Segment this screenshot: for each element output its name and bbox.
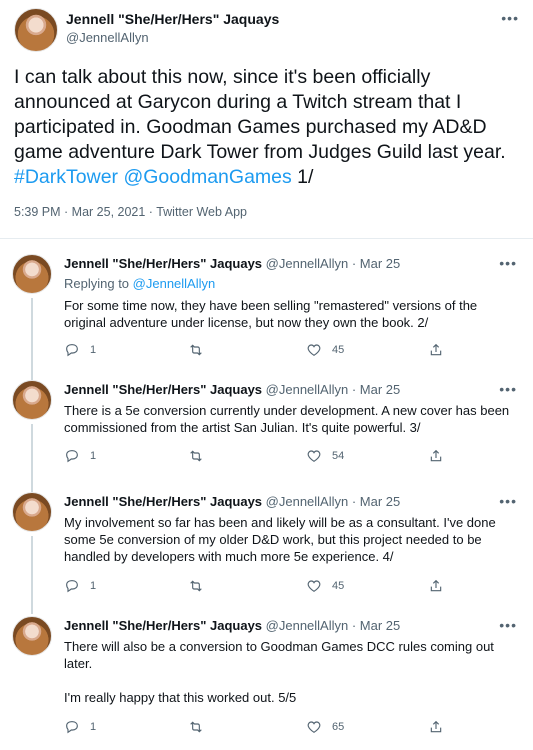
retweet-icon: [190, 580, 202, 592]
reply-button[interactable]: 1: [64, 448, 96, 464]
thread-connector: [31, 536, 33, 614]
more-dots-icon[interactable]: •••: [499, 382, 517, 396]
hashtag-link[interactable]: #DarkTower: [14, 166, 118, 188]
share-icon: [430, 449, 442, 462]
reply-text: There will also be a conversion to Goodm…: [64, 639, 494, 705]
reply-count: 1: [90, 721, 97, 733]
more-dots-icon[interactable]: •••: [501, 11, 519, 25]
share-button[interactable]: [428, 342, 444, 358]
tweet-timestamp[interactable]: 5:39 PM · Mar 25, 2021 · Twitter Web App: [14, 205, 247, 219]
reply-tweet[interactable]: Jennell "She/Her/Hers" Jaquays @JennellA…: [0, 492, 533, 614]
reply-header: Jennell "She/Her/Hers" Jaquays @JennellA…: [64, 618, 400, 633]
like-button[interactable]: 45: [306, 578, 344, 594]
reply-icon: [66, 450, 78, 463]
reply-text: For some time now, they have been sellin…: [64, 298, 478, 330]
reply-text: There is a 5e conversion currently under…: [64, 403, 510, 435]
like-button[interactable]: 54: [306, 448, 344, 464]
action-bar: 1 45: [64, 342, 454, 360]
share-button[interactable]: [428, 719, 444, 735]
retweet-icon: [190, 344, 202, 356]
retweet-button[interactable]: [188, 448, 214, 464]
author-handle[interactable]: @JennellAllyn: [66, 30, 149, 45]
like-count: 45: [332, 344, 345, 356]
thread-connector: [31, 298, 33, 380]
thread-connector: [31, 424, 33, 492]
mention-link[interactable]: @GoodmanGames: [123, 166, 291, 188]
reply-tweet[interactable]: Jennell "She/Her/Hers" Jaquays @JennellA…: [0, 254, 533, 380]
retweet-icon: [190, 450, 202, 462]
share-icon: [430, 579, 442, 592]
author-avatar[interactable]: [14, 8, 58, 52]
like-count: 54: [332, 450, 345, 462]
author-avatar[interactable]: [12, 380, 52, 420]
more-dots-icon[interactable]: •••: [499, 618, 517, 632]
retweet-icon: [190, 721, 202, 733]
reply-icon: [66, 344, 78, 357]
reply-date[interactable]: Mar 25: [360, 618, 400, 633]
replying-to-handle[interactable]: @JennellAllyn: [133, 276, 216, 291]
tweet-text-body: I can talk about this now, since it's be…: [14, 66, 506, 163]
author-handle[interactable]: @JennellAllyn: [266, 382, 349, 397]
author-handle[interactable]: @JennellAllyn: [266, 494, 349, 509]
heart-icon: [307, 344, 321, 357]
author-name[interactable]: Jennell "She/Her/Hers" Jaquays: [64, 494, 262, 509]
author-name[interactable]: Jennell "She/Her/Hers" Jaquays: [64, 382, 262, 397]
more-dots-icon[interactable]: •••: [499, 256, 517, 270]
more-dots-icon[interactable]: •••: [499, 494, 517, 508]
reply-count: 1: [90, 580, 97, 592]
replying-to-label: Replying to: [64, 276, 133, 291]
reply-icon: [66, 580, 78, 593]
divider: [0, 238, 533, 239]
reply-button[interactable]: 1: [64, 578, 96, 594]
reply-tweet[interactable]: Jennell "She/Her/Hers" Jaquays @JennellA…: [0, 616, 533, 750]
reply-text: My involvement so far has been and likel…: [64, 515, 496, 564]
like-button[interactable]: 65: [306, 719, 344, 735]
retweet-button[interactable]: [188, 342, 214, 358]
separator-dot: ·: [348, 382, 360, 397]
separator-dot: ·: [348, 618, 360, 633]
separator-dot: ·: [348, 256, 360, 271]
reply-header: Jennell "She/Her/Hers" Jaquays @JennellA…: [64, 494, 400, 509]
reply-date[interactable]: Mar 25: [360, 256, 400, 271]
reply-date[interactable]: Mar 25: [360, 494, 400, 509]
action-bar: 1 45: [64, 578, 454, 596]
author-avatar[interactable]: [12, 492, 52, 532]
share-icon: [430, 343, 442, 356]
author-handle[interactable]: @JennellAllyn: [266, 618, 349, 633]
reply-header: Jennell "She/Her/Hers" Jaquays @JennellA…: [64, 256, 400, 271]
tweet-text-suffix: 1/: [291, 166, 314, 188]
heart-icon: [307, 721, 321, 734]
reply-button[interactable]: 1: [64, 719, 96, 735]
heart-icon: [307, 450, 321, 463]
author-handle[interactable]: @JennellAllyn: [266, 256, 349, 271]
replying-to: Replying to @JennellAllyn: [64, 276, 215, 291]
reply-count: 1: [90, 344, 97, 356]
author-name[interactable]: Jennell "She/Her/Hers" Jaquays: [66, 11, 279, 27]
share-button[interactable]: [428, 448, 444, 464]
separator-dot: ·: [348, 494, 360, 509]
share-icon: [430, 720, 442, 733]
author-name[interactable]: Jennell "She/Her/Hers" Jaquays: [64, 618, 262, 633]
action-bar: 1 54: [64, 448, 454, 466]
retweet-button[interactable]: [188, 719, 214, 735]
heart-icon: [307, 580, 321, 593]
author-avatar[interactable]: [12, 616, 52, 656]
main-tweet: Jennell "She/Her/Hers" Jaquays @JennellA…: [0, 0, 533, 240]
tweet-text: I can talk about this now, since it's be…: [14, 65, 514, 190]
reply-tweet[interactable]: Jennell "She/Her/Hers" Jaquays @JennellA…: [0, 380, 533, 492]
reply-count: 1: [90, 450, 97, 462]
reply-icon: [66, 721, 78, 734]
like-count: 65: [332, 721, 345, 733]
like-button[interactable]: 45: [306, 342, 344, 358]
author-name[interactable]: Jennell "She/Her/Hers" Jaquays: [64, 256, 262, 271]
reply-button[interactable]: 1: [64, 342, 96, 358]
reply-header: Jennell "She/Her/Hers" Jaquays @JennellA…: [64, 382, 400, 397]
share-button[interactable]: [428, 578, 444, 594]
retweet-button[interactable]: [188, 578, 214, 594]
action-bar: 1 65: [64, 719, 454, 737]
reply-date[interactable]: Mar 25: [360, 382, 400, 397]
like-count: 45: [332, 580, 345, 592]
author-avatar[interactable]: [12, 254, 52, 294]
